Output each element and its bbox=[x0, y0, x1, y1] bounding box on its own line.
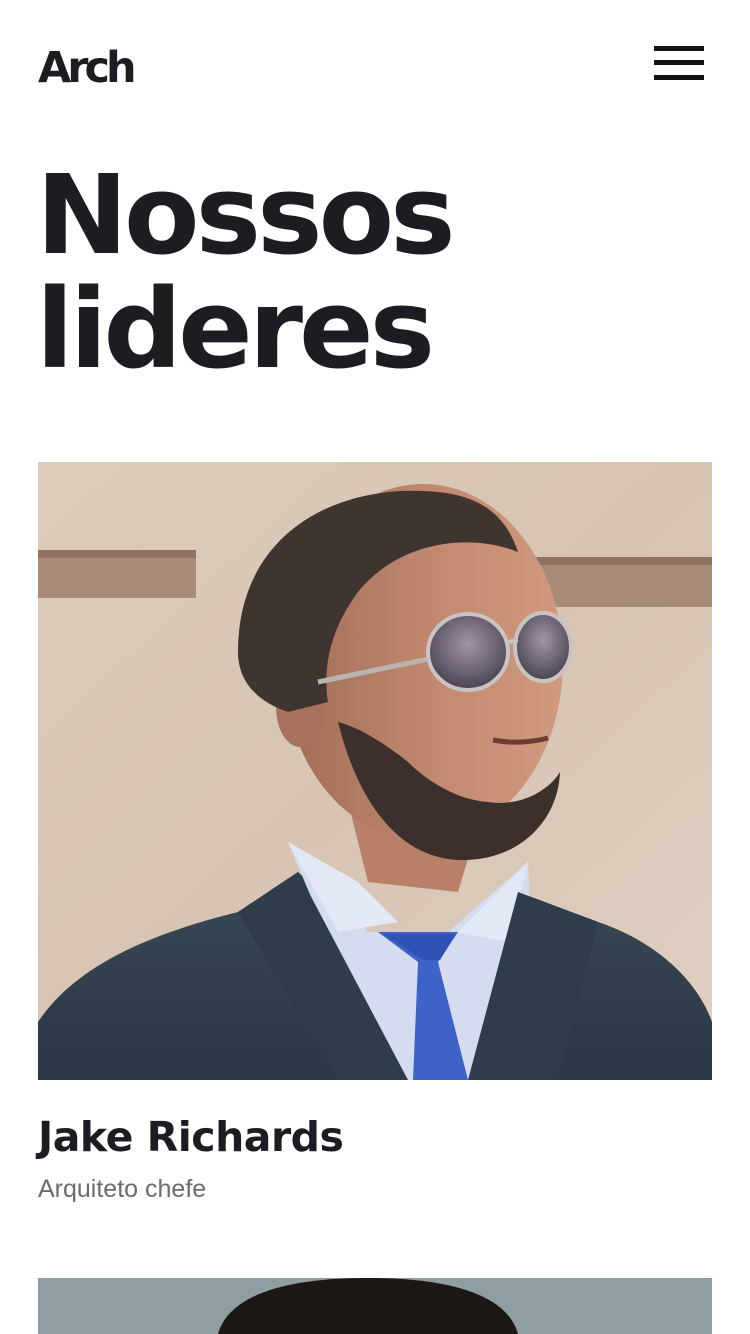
leader-role: Arquiteto chefe bbox=[38, 1175, 207, 1203]
menu-bar-bottom bbox=[654, 75, 704, 80]
leader-name[interactable]: Jake Richards bbox=[38, 1110, 344, 1164]
page-title-line-1: Nossos bbox=[36, 151, 456, 279]
hamburger-menu-icon[interactable] bbox=[650, 44, 708, 84]
leader-photo bbox=[38, 462, 712, 1080]
site-header: Arch bbox=[0, 0, 750, 140]
brand-logo[interactable]: Arch bbox=[38, 40, 137, 96]
menu-bar-top bbox=[654, 46, 704, 51]
page-title-line-2: lideres bbox=[36, 265, 435, 393]
page-title: Nossos lideres bbox=[36, 158, 716, 386]
next-leader-photo bbox=[38, 1278, 712, 1334]
menu-bar-middle bbox=[654, 60, 704, 65]
